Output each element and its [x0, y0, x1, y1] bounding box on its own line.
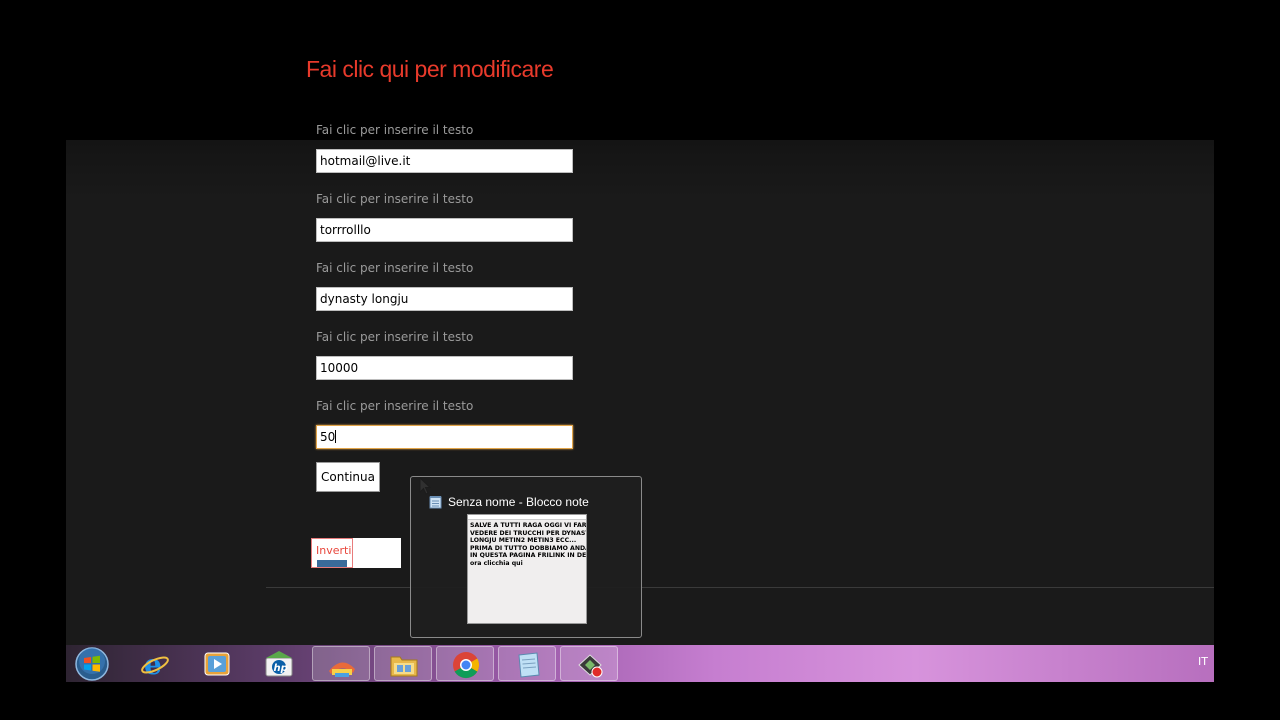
taskbar-thumbnail-popup[interactable]: Senza nome - Blocco note SALVE A TUTTI R…	[410, 476, 642, 638]
taskbar-explorer[interactable]	[374, 646, 432, 681]
email-field[interactable]: hotmail@live.it	[316, 149, 573, 173]
field-label-5: Fai clic per inserire il testo	[316, 399, 474, 413]
svg-text:hp: hp	[274, 663, 288, 674]
taskbar: e hp IT	[66, 645, 1214, 682]
continue-button[interactable]: Continua	[316, 462, 380, 492]
field-label-3: Fai clic per inserire il testo	[316, 261, 474, 275]
taskbar-recorder[interactable]	[560, 646, 618, 681]
field-label-1: Fai clic per inserire il testo	[316, 123, 474, 137]
taskbar-hp[interactable]: hp	[250, 646, 308, 681]
recorder-icon	[578, 654, 603, 678]
inverti-button[interactable]: Inverti	[311, 538, 353, 568]
field-label-2: Fai clic per inserire il testo	[316, 192, 474, 206]
inverti-label: Inverti	[316, 544, 352, 557]
folder-icon	[390, 656, 418, 677]
taskbar-chrome[interactable]	[436, 646, 494, 681]
inverti-image	[317, 560, 347, 567]
media-player-icon	[204, 652, 230, 676]
thumbnail-title: Senza nome - Blocco note	[448, 495, 589, 509]
inverti-widget[interactable]: Inverti	[311, 538, 401, 568]
amount-field[interactable]: 10000	[316, 356, 573, 380]
internet-explorer-icon: e	[141, 650, 169, 678]
text-caret	[335, 430, 337, 443]
windows-logo-icon[interactable]	[72, 646, 112, 682]
field-label-4: Fai clic per inserire il testo	[316, 330, 474, 344]
notepad-icon	[518, 652, 540, 678]
browser-viewport: Fai clic qui per modificare Fai clic per…	[66, 0, 1214, 682]
thumbnail-preview[interactable]: SALVE A TUTTI RAGA OGGI VI FARò VEDERE D…	[467, 514, 587, 624]
taskbar-internet-explorer[interactable]: e	[126, 646, 184, 681]
chrome-icon	[453, 652, 480, 679]
taskbar-notepad[interactable]	[498, 646, 556, 681]
quantity-field-value: 50	[320, 430, 336, 444]
thumbnail-preview-text: SALVE A TUTTI RAGA OGGI VI FARò VEDERE D…	[470, 522, 587, 567]
taskbar-media-player[interactable]	[188, 646, 246, 681]
language-indicator[interactable]: IT	[1198, 655, 1208, 668]
divider	[266, 587, 1214, 588]
hp-icon: hp	[265, 651, 293, 677]
taskbar-paint[interactable]	[312, 646, 370, 681]
page-title[interactable]: Fai clic qui per modificare	[306, 56, 554, 83]
quantity-field[interactable]: 50	[316, 425, 573, 449]
paint-icon	[329, 662, 355, 677]
username-field[interactable]: torrrolllo	[316, 218, 573, 242]
notepad-icon	[429, 496, 442, 509]
game-field[interactable]: dynasty longju	[316, 287, 573, 311]
